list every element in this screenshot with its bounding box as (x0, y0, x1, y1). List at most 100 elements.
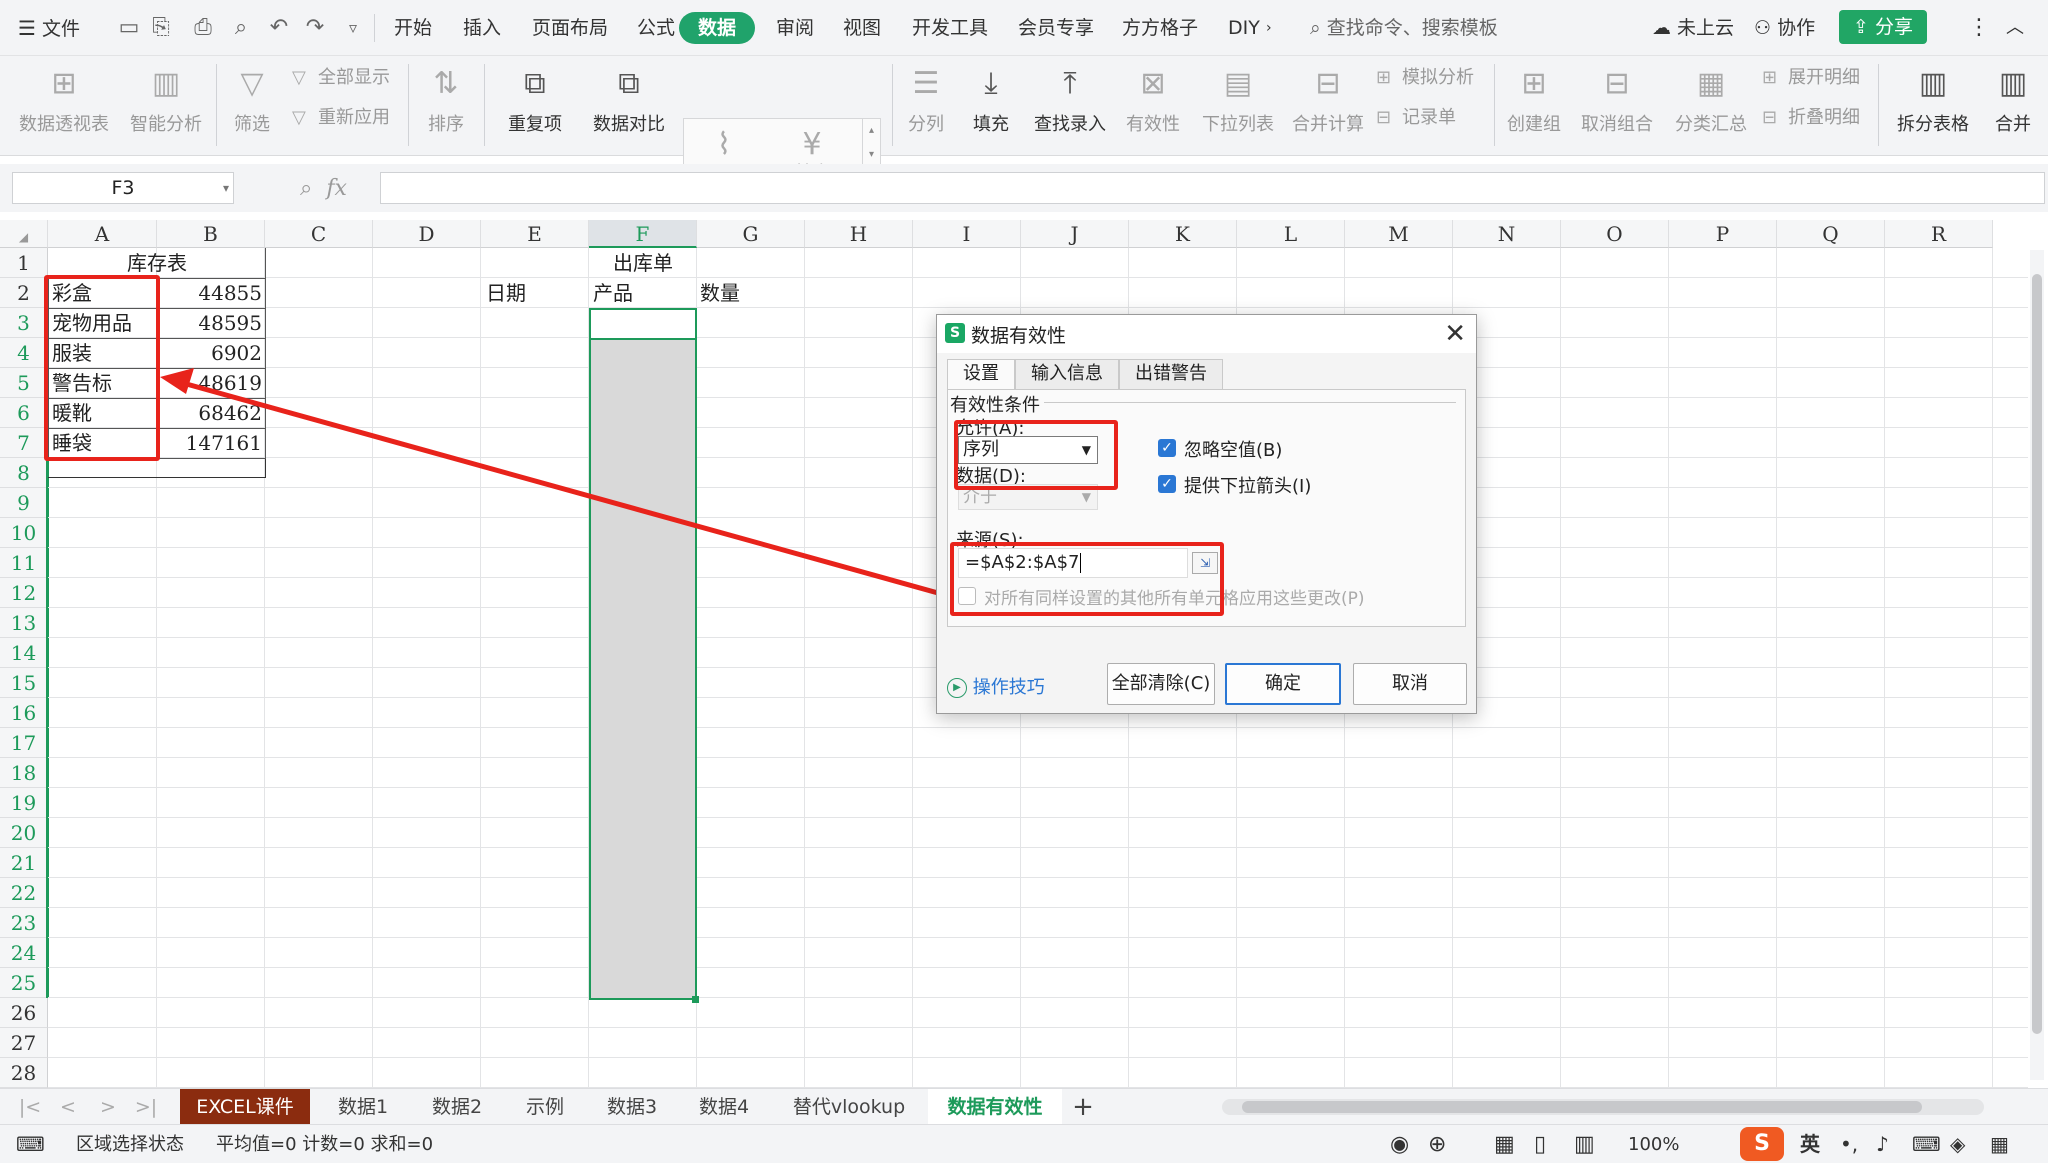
column-header[interactable]: P (1669, 220, 1777, 248)
tab-page-layout[interactable]: 页面布局 (532, 14, 608, 42)
file-menu[interactable]: ☰ 文件 (18, 14, 80, 42)
row-header[interactable]: 1 (0, 248, 48, 278)
smart-analysis-button[interactable]: ▥ 智能分析 (126, 62, 206, 148)
sheet-tab-vlookup[interactable]: 替代vlookup (772, 1089, 926, 1125)
export-icon[interactable]: ⎘ (148, 14, 174, 42)
row-header[interactable]: 25 (0, 968, 48, 998)
validity-button[interactable]: ⊠ 有效性 (1118, 62, 1188, 148)
name-box[interactable]: F3 ▾ (12, 172, 234, 204)
ok-button[interactable]: 确定 (1225, 663, 1341, 705)
sort-button[interactable]: ⇅ 排序 (420, 62, 472, 148)
column-header[interactable]: N (1453, 220, 1561, 248)
selected-range-f3-f25[interactable] (589, 310, 697, 1000)
selection-stats[interactable]: 平均值=0 计数=0 求和=0 (216, 1125, 433, 1163)
column-header[interactable]: H (805, 220, 913, 248)
row-header[interactable]: 11 (0, 548, 48, 578)
column-header[interactable]: G (697, 220, 805, 248)
command-search[interactable]: ⌕ 查找命令、搜索模板 (1310, 14, 1498, 42)
inventory-product-cell[interactable]: 宠物用品 (52, 308, 132, 338)
inventory-product-cell[interactable]: 睡袋 (52, 428, 92, 458)
active-cell-f3[interactable] (589, 308, 697, 340)
column-header[interactable]: L (1237, 220, 1345, 248)
row-header[interactable]: 16 (0, 698, 48, 728)
ignore-blank-checkbox[interactable]: ✓ (1158, 439, 1176, 457)
sheet-tab-validity[interactable]: 数据有效性 (928, 1089, 1062, 1125)
dropdown-arrow-checkbox[interactable]: ✓ (1158, 475, 1176, 493)
row-header[interactable]: 8 (0, 458, 48, 488)
sheet-tab-excel[interactable]: EXCEL课件 (180, 1089, 310, 1125)
inventory-product-cell[interactable]: 警告标 (52, 368, 112, 398)
undo-icon[interactable]: ↶ (266, 14, 292, 42)
tab-diy[interactable]: DIY (1228, 14, 1260, 42)
sheet-tab-example[interactable]: 示例 (506, 1089, 584, 1125)
close-icon[interactable]: ✕ (1444, 317, 1466, 351)
column-header[interactable]: A (48, 220, 157, 248)
consolidate-button[interactable]: ⊟ 合并计算 (1290, 62, 1366, 148)
row-header[interactable]: 6 (0, 398, 48, 428)
merge-button[interactable]: ▥ 合并 (1990, 62, 2036, 148)
allow-select[interactable]: 序列 ▼ (958, 436, 1098, 464)
row-header[interactable]: 17 (0, 728, 48, 758)
row-header[interactable]: 20 (0, 818, 48, 848)
dialog-title-bar[interactable]: S 数据有效性 ✕ (937, 315, 1476, 353)
row-header[interactable]: 7 (0, 428, 48, 458)
fill-handle[interactable] (692, 996, 699, 1003)
column-header[interactable]: O (1561, 220, 1669, 248)
sheet-tab-data4[interactable]: 数据4 (680, 1089, 768, 1125)
inventory-product-cell[interactable]: 暖靴 (52, 398, 92, 428)
ungroup-button[interactable]: ⊟ 取消组合 (1574, 62, 1660, 148)
reapply-button[interactable]: ▽ 重新应用 (292, 104, 390, 132)
inventory-qty-cell[interactable]: 48595 (158, 308, 262, 338)
preview-icon[interactable]: ⌕ (228, 14, 254, 42)
customize-icon[interactable]: ▿ (340, 14, 366, 42)
print-icon[interactable]: ⎙ (190, 14, 216, 42)
page-layout-icon[interactable]: ▯ (1534, 1125, 1546, 1163)
inventory-qty-cell[interactable]: 48619 (158, 368, 262, 398)
column-header[interactable]: B (157, 220, 265, 248)
punctuation-icon[interactable]: •, (1840, 1125, 1858, 1163)
source-input[interactable]: =$A$2:$A$7 (958, 548, 1188, 578)
sheet-tab-data3[interactable]: 数据3 (588, 1089, 676, 1125)
cancel-button[interactable]: 取消 (1353, 663, 1467, 705)
column-header[interactable]: J (1021, 220, 1129, 248)
redo-icon[interactable]: ↷ (302, 14, 328, 42)
first-sheet-icon[interactable]: |< (18, 1089, 42, 1125)
more-tabs-icon[interactable]: › (1266, 14, 1272, 42)
vertical-scrollbar[interactable] (2030, 250, 2044, 1080)
microphone-icon[interactable]: ♪ (1876, 1125, 1889, 1163)
fx-icon[interactable]: fx (326, 176, 347, 201)
eye-icon[interactable]: ◉ (1390, 1125, 1409, 1163)
tab-home[interactable]: 开始 (394, 14, 432, 42)
page-break-icon[interactable]: ▥ (1574, 1125, 1595, 1163)
tab-view[interactable]: 视图 (843, 14, 881, 42)
tab-insert[interactable]: 插入 (463, 14, 501, 42)
row-header[interactable]: 26 (0, 998, 48, 1028)
sheet-tab-data1[interactable]: 数据1 (318, 1089, 408, 1125)
what-if-button[interactable]: ⊞ 模拟分析 (1376, 64, 1474, 92)
tab-error-alert[interactable]: 出错警告 (1119, 359, 1223, 389)
horizontal-scrollbar[interactable] (1222, 1099, 1984, 1115)
collapse-detail-button[interactable]: ⊟ 折叠明细 (1762, 104, 1860, 132)
skin-icon[interactable]: ◈ (1950, 1125, 1965, 1163)
zoom-level[interactable]: 100% (1628, 1125, 1679, 1163)
tab-review[interactable]: 审阅 (776, 14, 814, 42)
record-form-button[interactable]: ⊟ 记录单 (1376, 104, 1456, 132)
subtotal-button[interactable]: ▦ 分类汇总 (1674, 62, 1748, 148)
clear-all-button[interactable]: 全部清除(C) (1107, 663, 1215, 705)
tab-settings[interactable]: 设置 (947, 359, 1015, 391)
inventory-qty-cell[interactable]: 147161 (158, 428, 262, 458)
macro-icon[interactable]: ⌨ (16, 1125, 45, 1163)
inventory-product-cell[interactable]: 服装 (52, 338, 92, 368)
tab-developer[interactable]: 开发工具 (912, 14, 988, 42)
tab-input-message[interactable]: 输入信息 (1015, 359, 1119, 389)
ime-mode[interactable]: 英 (1800, 1125, 1820, 1163)
next-sheet-icon[interactable]: > (96, 1089, 120, 1125)
row-header[interactable]: 22 (0, 878, 48, 908)
language-icon[interactable]: ⊕ (1428, 1125, 1446, 1163)
ime-logo-icon[interactable]: S (1740, 1127, 1784, 1161)
tab-ffgz[interactable]: 方方格子 (1122, 14, 1198, 42)
grid-menu-icon[interactable]: ▦ (1990, 1125, 2009, 1163)
row-header[interactable]: 4 (0, 338, 48, 368)
zoom-search-icon[interactable]: ⌕ (300, 176, 312, 201)
scrollbar-thumb[interactable] (1242, 1101, 1922, 1113)
